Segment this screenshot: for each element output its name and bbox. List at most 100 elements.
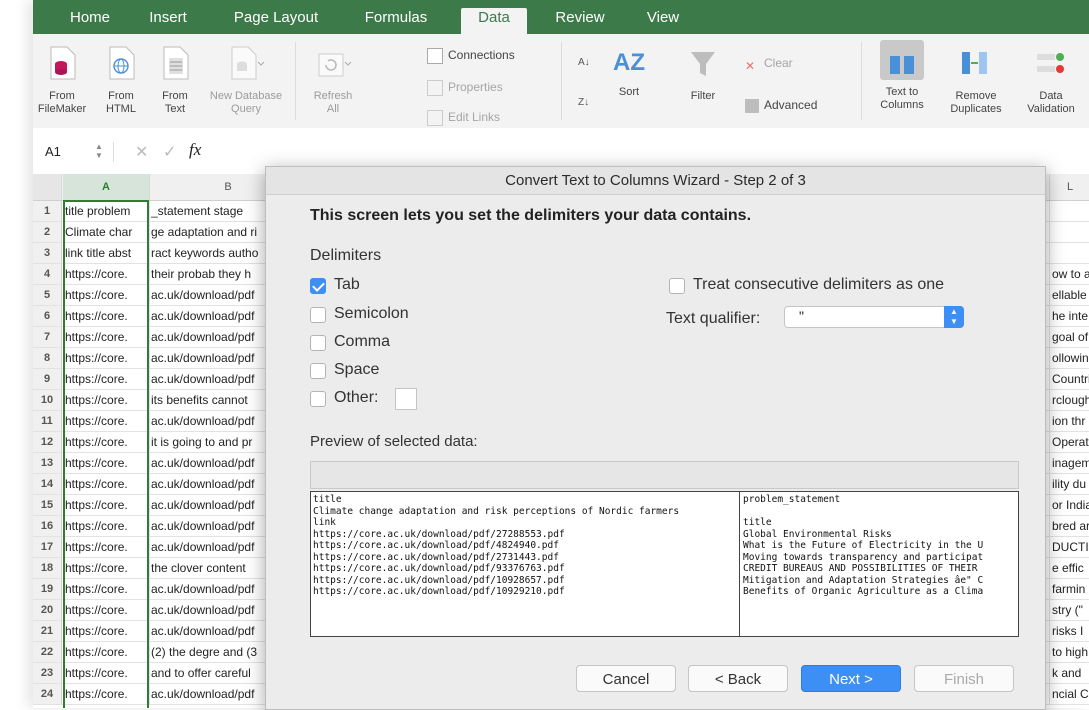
tab-checkbox[interactable] xyxy=(310,278,326,294)
tab-home[interactable]: Home xyxy=(55,8,125,34)
cell-a[interactable]: https://core. xyxy=(65,642,150,662)
cell-a[interactable]: https://core. xyxy=(65,600,150,620)
properties-button[interactable]: Properties xyxy=(427,78,503,96)
row-number[interactable]: 23 xyxy=(33,663,62,683)
name-box[interactable]: A1 ▲ ▼ xyxy=(33,142,114,162)
cell-a[interactable]: https://core. xyxy=(65,558,150,578)
column-header-a[interactable]: A xyxy=(63,174,150,200)
tab-data[interactable]: Data xyxy=(461,8,527,34)
row-number[interactable]: 10 xyxy=(33,390,62,410)
cell-l[interactable]: or India xyxy=(1049,495,1089,515)
comma-checkbox[interactable] xyxy=(310,335,326,351)
cell-l[interactable]: rclough xyxy=(1049,390,1089,410)
edit-links-button[interactable]: Edit Links xyxy=(427,108,500,126)
select-all-corner[interactable] xyxy=(33,174,62,200)
cell-l[interactable]: ow to a xyxy=(1049,264,1089,284)
preview-column-1[interactable]: title Climate change adaptation and risk … xyxy=(313,494,737,598)
cell-l[interactable] xyxy=(1049,201,1089,221)
space-checkbox[interactable] xyxy=(310,363,326,379)
fx-icon[interactable]: fx xyxy=(189,140,201,160)
row-number[interactable]: 20 xyxy=(33,600,62,620)
cell-a[interactable]: https://core. xyxy=(65,516,150,536)
next-button[interactable]: Next > xyxy=(801,665,901,692)
cancel-button[interactable]: Cancel xyxy=(576,665,676,692)
row-number[interactable]: 19 xyxy=(33,579,62,599)
filter-button[interactable]: Filter xyxy=(681,46,725,103)
cell-l[interactable]: bred ar xyxy=(1049,516,1089,536)
cell-l[interactable]: Countri xyxy=(1049,369,1089,389)
cell-a[interactable]: https://core. xyxy=(65,348,150,368)
from-text-button[interactable]: From Text xyxy=(151,46,199,116)
cell-a[interactable]: https://core. xyxy=(65,663,150,683)
accept-formula-icon[interactable]: ✓ xyxy=(163,142,176,162)
cell-a[interactable]: https://core. xyxy=(65,537,150,557)
from-html-button[interactable]: From HTML xyxy=(97,46,145,116)
cell-l[interactable]: inagem xyxy=(1049,453,1089,473)
cell-a[interactable]: https://core. xyxy=(65,390,150,410)
consecutive-delimiters-label[interactable]: Treat consecutive delimiters as one xyxy=(693,276,944,294)
cell-a[interactable]: https://core. xyxy=(65,306,150,326)
preview-column-2[interactable]: problem_statement title Global Environment… xyxy=(743,494,1015,598)
name-box-stepper-icon[interactable]: ▲ ▼ xyxy=(95,142,103,160)
cell-l[interactable]: to high xyxy=(1049,642,1089,662)
cell-a[interactable]: https://core. xyxy=(65,621,150,641)
text-to-columns-button[interactable]: Text to Columns xyxy=(869,40,935,112)
tab-page-layout[interactable]: Page Layout xyxy=(221,8,331,34)
cell-l[interactable]: stry (" xyxy=(1049,600,1089,620)
preview-table[interactable]: title Climate change adaptation and risk … xyxy=(310,491,1019,637)
sort-ascending-icon[interactable]: A↓ xyxy=(578,54,590,72)
space-label[interactable]: Space xyxy=(334,361,379,379)
row-number[interactable]: 6 xyxy=(33,306,62,326)
cell-l[interactable]: Operat xyxy=(1049,432,1089,452)
row-number[interactable]: 11 xyxy=(33,411,62,431)
comma-label[interactable]: Comma xyxy=(334,333,390,351)
cell-a[interactable]: https://core. xyxy=(65,474,150,494)
row-number[interactable]: 13 xyxy=(33,453,62,473)
cancel-formula-icon[interactable]: ✕ xyxy=(135,142,148,162)
semicolon-label[interactable]: Semicolon xyxy=(334,305,409,323)
row-number[interactable]: 24 xyxy=(33,684,62,704)
cell-a[interactable]: Climate char xyxy=(65,222,150,242)
from-filemaker-button[interactable]: From FileMaker xyxy=(33,46,91,116)
tab-insert[interactable]: Insert xyxy=(133,8,203,34)
cell-l[interactable] xyxy=(1049,243,1089,263)
cell-l[interactable]: DUCTIO xyxy=(1049,537,1089,557)
other-checkbox[interactable] xyxy=(310,391,326,407)
clear-button[interactable]: ✕ Clear xyxy=(745,54,793,73)
cell-a[interactable]: https://core. xyxy=(65,327,150,347)
row-number[interactable]: 16 xyxy=(33,516,62,536)
finish-button[interactable]: Finish xyxy=(914,665,1014,692)
other-delimiter-input[interactable] xyxy=(395,388,417,410)
cell-a[interactable]: https://core. xyxy=(65,411,150,431)
consecutive-delimiters-checkbox[interactable] xyxy=(669,278,685,294)
cell-a[interactable]: https://core. xyxy=(65,684,150,704)
connections-button[interactable]: Connections xyxy=(427,46,515,64)
cell-l[interactable]: risks I xyxy=(1049,621,1089,641)
row-number[interactable]: 7 xyxy=(33,327,62,347)
data-validation-button[interactable]: Data Validation xyxy=(1017,46,1085,116)
back-button[interactable]: < Back xyxy=(688,665,788,692)
row-number[interactable]: 2 xyxy=(33,222,62,242)
cell-l[interactable]: k and xyxy=(1049,663,1089,683)
other-label[interactable]: Other: xyxy=(334,389,378,407)
cell-l[interactable]: ellable xyxy=(1049,285,1089,305)
cell-l[interactable]: e effic xyxy=(1049,558,1089,578)
cell-l[interactable]: ion thr xyxy=(1049,411,1089,431)
row-number[interactable]: 5 xyxy=(33,285,62,305)
row-number[interactable]: 17 xyxy=(33,537,62,557)
tab-review[interactable]: Review xyxy=(543,8,617,34)
cell-a[interactable]: link title abst xyxy=(65,243,150,263)
cell-a[interactable]: https://core. xyxy=(65,432,150,452)
advanced-button[interactable]: Advanced xyxy=(745,96,817,114)
cell-a[interactable]: https://core. xyxy=(65,369,150,389)
cell-a[interactable]: https://core. xyxy=(65,495,150,515)
cell-l[interactable]: he inte xyxy=(1049,306,1089,326)
cell-a[interactable]: https://core. xyxy=(65,285,150,305)
row-number[interactable]: 12 xyxy=(33,432,62,452)
row-number[interactable]: 8 xyxy=(33,348,62,368)
cell-a[interactable]: https://core. xyxy=(65,453,150,473)
row-number[interactable]: 4 xyxy=(33,264,62,284)
cell-l[interactable]: ility du xyxy=(1049,474,1089,494)
row-number[interactable]: 15 xyxy=(33,495,62,515)
cell-a[interactable]: title problem xyxy=(65,201,150,221)
